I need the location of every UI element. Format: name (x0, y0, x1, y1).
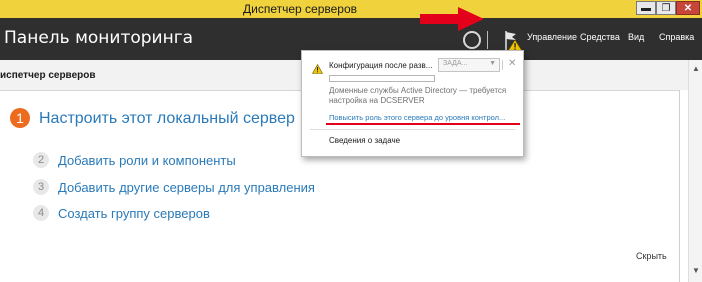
scroll-down-icon[interactable]: ▼ (692, 266, 700, 275)
menu-help[interactable]: Справка (659, 32, 694, 42)
task-dropdown-label: ЗАДА... (443, 60, 468, 67)
minimize-button[interactable]: ▬ (636, 1, 656, 15)
step-1-badge: 1 (10, 108, 30, 128)
description-line-1: Доменные службы Active Directory — требу… (329, 86, 507, 95)
warning-icon (311, 61, 324, 79)
notification-title: Конфигурация после разв... (329, 61, 433, 70)
notification-popup: Конфигурация после разв... ЗАДА... ▼ ✕ Д… (301, 50, 524, 157)
chevron-down-icon: ▼ (489, 60, 496, 67)
create-server-group-link[interactable]: Создать группу серверов (58, 206, 210, 221)
configure-local-server-link[interactable]: Настроить этот локальный сервер (39, 110, 295, 128)
task-dropdown[interactable]: ЗАДА... ▼ (438, 58, 500, 72)
page-title: Панель мониторинга (4, 28, 194, 48)
window-title: Диспетчер серверов (242, 2, 358, 16)
add-servers-link[interactable]: Добавить другие серверы для управления (58, 180, 315, 195)
window-titlebar: Диспетчер серверов ▬ ❐ ✕ (0, 0, 702, 19)
red-arrow-icon (418, 5, 488, 38)
notification-description: Доменные службы Active Directory — требу… (329, 86, 506, 106)
close-button[interactable]: ✕ (676, 1, 700, 15)
menu-view[interactable]: Вид (628, 32, 644, 42)
annotation-underline (326, 123, 520, 125)
step-4-badge: 4 (33, 205, 49, 221)
add-roles-link[interactable]: Добавить роли и компоненты (58, 153, 236, 168)
scroll-up-icon[interactable]: ▲ (692, 64, 700, 73)
step-2-badge: 2 (33, 152, 49, 168)
hide-link[interactable]: Скрыть (636, 251, 667, 261)
popup-divider (502, 60, 503, 70)
maximize-button[interactable]: ❐ (656, 1, 676, 15)
popup-separator (310, 129, 515, 130)
promote-dc-link[interactable]: Повысить роль этого сервера до уровня ко… (329, 113, 505, 122)
description-line-2: настройка на DCSERVER (329, 96, 425, 105)
menu-manage[interactable]: Управление (527, 32, 577, 42)
step-3-badge: 3 (33, 179, 49, 195)
menu-tools[interactable]: Средства (580, 32, 620, 42)
vertical-scrollbar[interactable]: ▲ ▼ (688, 60, 702, 282)
progress-bar (329, 75, 435, 82)
task-details-link[interactable]: Сведения о задаче (329, 136, 400, 145)
close-icon[interactable]: ✕ (508, 58, 516, 69)
breadcrumb: испетчер серверов (0, 70, 96, 81)
